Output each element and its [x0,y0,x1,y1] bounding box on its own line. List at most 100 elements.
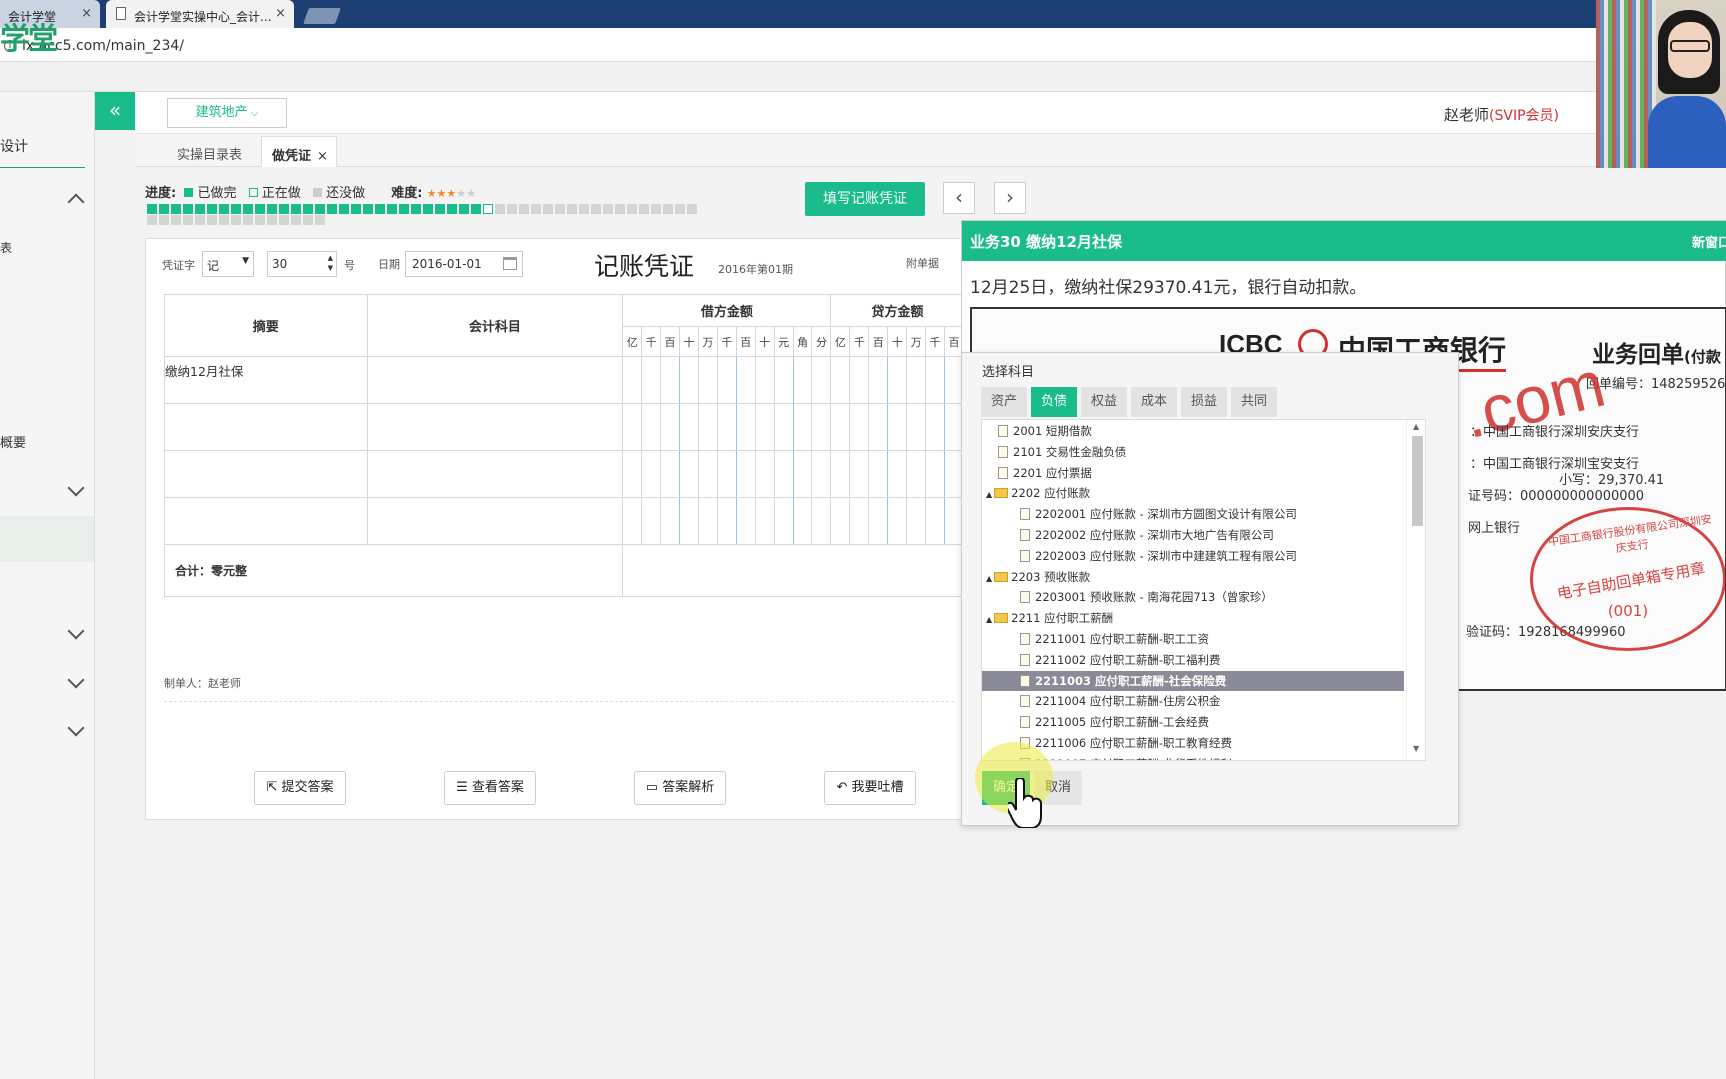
amount-digit-cell[interactable] [792,450,813,498]
amount-digit-cell[interactable] [754,497,775,545]
amount-digit-cell[interactable] [792,497,813,545]
amount-digit-cell[interactable] [906,450,927,498]
amount-digit-cell[interactable] [697,497,718,545]
progress-segment[interactable] [627,204,637,214]
account-cell[interactable] [366,450,624,498]
new-tab-button[interactable] [303,8,341,24]
amount-digit-cell[interactable] [622,497,643,545]
progress-segment[interactable] [255,215,265,225]
amount-digit-cell[interactable] [925,356,945,404]
amount-digit-cell[interactable] [622,450,643,498]
prev-button[interactable]: ‹ [943,182,975,214]
summary-cell[interactable] [164,450,368,498]
progress-segment[interactable] [651,204,661,214]
amount-digit-cell[interactable] [906,497,927,545]
amount-digit-cell[interactable] [697,403,718,451]
amount-digit-cell[interactable] [622,403,643,451]
sidebar-item[interactable]: 表 [0,239,12,256]
progress-segment[interactable] [555,204,565,214]
tab-catalog[interactable]: 实操目录表 [177,144,242,163]
progress-segment[interactable] [411,204,421,214]
summary-cell[interactable] [164,403,368,451]
progress-segment[interactable] [183,215,193,225]
tree-item[interactable]: 2001 短期借款 [982,421,1404,441]
date-input[interactable]: 2016-01-01 [405,251,523,277]
amount-digit-cell[interactable] [641,450,662,498]
triangle-down-icon[interactable]: ▲ [986,615,992,624]
amount-digit-cell[interactable] [849,403,870,451]
progress-segment[interactable] [279,215,289,225]
voucher-number-input[interactable]: 30 ▲ ▼ [267,251,337,277]
amount-digit-cell[interactable] [735,356,756,404]
amount-digit-cell[interactable] [849,356,870,404]
tree-item[interactable]: 2211001 应付职工薪酬-职工工资 [982,629,1404,649]
progress-segment[interactable] [159,215,169,225]
triangle-down-icon[interactable]: ▲ [986,574,992,583]
answer-analysis-button[interactable]: ▭ 答案解析 [634,771,726,805]
amount-digit-cell[interactable] [887,356,908,404]
amount-digit-cell[interactable] [660,450,681,498]
triangle-down-icon[interactable]: ▲ [986,490,992,499]
progress-segment[interactable] [279,204,289,214]
tree-item[interactable]: 2203001 预收账款 - 南海花园713（曾家珍） [982,587,1404,607]
progress-segment[interactable] [519,204,529,214]
amount-digit-cell[interactable] [830,497,851,545]
amount-digit-cell[interactable] [849,450,870,498]
progress-segment[interactable] [171,204,181,214]
summary-cell[interactable]: 缴纳12月社保 [164,356,368,404]
amount-digit-cell[interactable] [849,497,870,545]
amount-digit-cell[interactable] [868,356,889,404]
progress-segment[interactable] [483,204,493,214]
amount-digit-cell[interactable] [906,356,927,404]
amount-digit-cell[interactable] [679,356,699,404]
progress-segment[interactable] [423,204,433,214]
tree-item[interactable]: 2211005 应付职工薪酬-工会经费 [982,712,1404,732]
amount-digit-cell[interactable] [811,403,832,451]
progress-segment[interactable] [663,204,673,214]
amount-digit-cell[interactable] [830,403,851,451]
progress-segment[interactable] [591,204,601,214]
amount-digit-cell[interactable] [773,497,794,545]
progress-segment[interactable] [303,215,313,225]
tree-item[interactable]: 2202003 应付账款 - 深圳市中建建筑工程有限公司 [982,546,1404,566]
progress-segment[interactable] [207,204,217,214]
amount-digit-cell[interactable] [868,450,889,498]
account-cell[interactable] [366,497,624,545]
amount-digit-cell[interactable] [735,450,756,498]
amount-digit-cell[interactable] [868,403,889,451]
amount-digit-cell[interactable] [697,356,718,404]
amount-digit-cell[interactable] [773,356,794,404]
industry-select[interactable]: 建筑地产 ⌵ [167,98,287,128]
progress-segment[interactable] [579,204,589,214]
chevron-down-icon[interactable] [67,671,85,689]
sidebar-item[interactable]: 概要 [0,432,26,451]
progress-segment[interactable] [219,215,229,225]
sidebar-item-active[interactable] [0,516,94,562]
progress-segment[interactable] [507,204,517,214]
amount-digit-cell[interactable] [925,450,945,498]
amount-digit-cell[interactable] [716,356,737,404]
chevron-down-icon[interactable] [67,719,85,737]
progress-segment[interactable] [195,204,205,214]
browser-tab-active[interactable]: 会计学堂实操中心_会计... × [106,0,294,28]
progress-segment[interactable] [495,204,505,214]
progress-segment[interactable] [159,204,169,214]
amount-digit-cell[interactable] [830,450,851,498]
progress-segment[interactable] [363,204,373,214]
progress-segment[interactable] [183,204,193,214]
tree-folder[interactable]: ▲ 2203 预收账款 [982,567,1404,587]
amount-digit-cell[interactable] [697,450,718,498]
chevron-up-icon[interactable] [67,193,85,211]
amount-digit-cell[interactable] [887,497,908,545]
tree-item[interactable]: 2211002 应付职工薪酬-职工福利费 [982,650,1404,670]
progress-segment[interactable] [459,204,469,214]
amount-digit-cell[interactable] [811,497,832,545]
progress-segment[interactable] [147,215,157,225]
close-icon[interactable]: × [275,6,286,21]
amount-digit-cell[interactable] [679,497,699,545]
progress-segment[interactable] [603,204,613,214]
amount-digit-cell[interactable] [792,356,813,404]
calendar-icon[interactable] [503,257,517,270]
progress-segment[interactable] [399,204,409,214]
amount-digit-cell[interactable] [716,403,737,451]
